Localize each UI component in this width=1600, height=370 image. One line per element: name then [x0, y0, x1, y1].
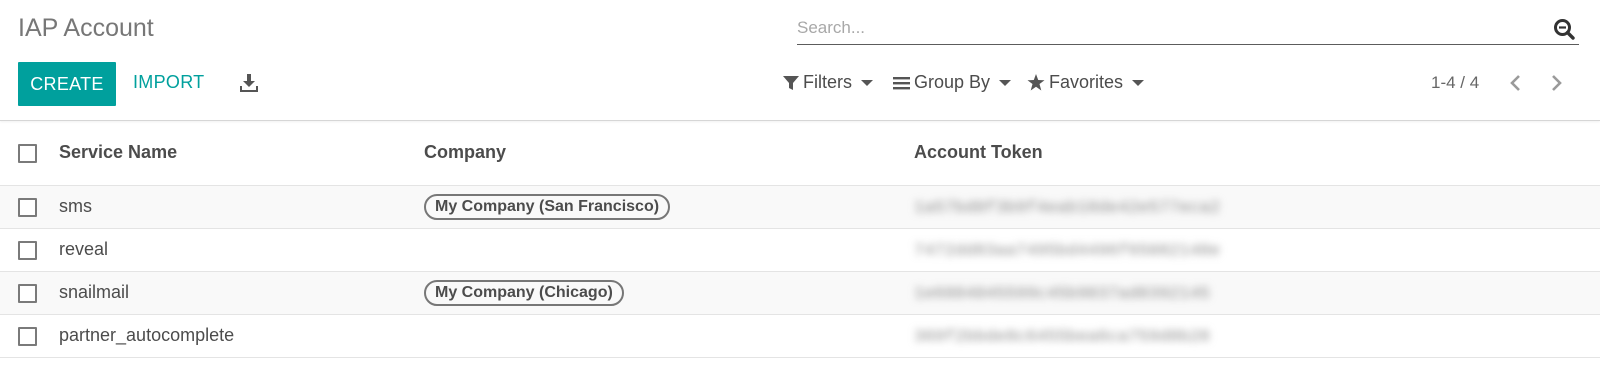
chevron-down-icon: [861, 79, 873, 86]
table-row[interactable]: partner_autocomplete 369f2bbde8c6455bea6…: [0, 314, 1600, 357]
list-icon: [893, 76, 910, 89]
pager-value[interactable]: 1-4 / 4: [1431, 73, 1479, 93]
favorites-label: Favorites: [1049, 72, 1124, 92]
row-checkbox[interactable]: [18, 240, 37, 260]
service-name-cell: reveal: [59, 239, 109, 259]
list-table: Service Name Company Account Token sms M…: [0, 121, 1600, 358]
filters-dropdown[interactable]: Filters: [783, 72, 873, 93]
company-tag: My Company (Chicago): [424, 279, 624, 306]
chevron-down-icon: [1132, 79, 1145, 86]
import-button[interactable]: IMPORT: [133, 72, 204, 93]
company-tag: My Company (San Francisco): [424, 193, 671, 220]
column-header-account-token[interactable]: Account Token: [914, 121, 1600, 185]
table-header-row: Service Name Company Account Token: [0, 121, 1600, 185]
create-button[interactable]: CREATE: [18, 62, 116, 106]
company-cell: [424, 228, 914, 271]
row-checkbox[interactable]: [18, 197, 37, 217]
service-name-cell: partner_autocomplete: [59, 325, 235, 345]
account-token-cell: 369f2bbde8c6455bea6ca759d8b28: [914, 327, 1210, 347]
service-name-cell: snailmail: [59, 282, 130, 302]
control-panel: IAP Account CREATE IMPORT Filters Group …: [0, 0, 1600, 121]
filters-label: Filters: [803, 72, 852, 92]
page-title: IAP Account: [18, 14, 154, 42]
group-by-dropdown[interactable]: Group By: [893, 72, 1012, 93]
favorites-dropdown[interactable]: Favorites: [1027, 72, 1145, 93]
column-header-service-name[interactable]: Service Name: [59, 121, 424, 185]
company-cell: [424, 314, 914, 357]
download-icon[interactable]: [239, 73, 259, 93]
row-checkbox[interactable]: [18, 283, 37, 303]
account-token-cell: 1a57bd0f3b9f4eab18de42e577eca2: [914, 198, 1221, 218]
star-icon: [1027, 74, 1045, 91]
table-row[interactable]: snailmail My Company (Chicago) 1e6884045…: [0, 271, 1600, 314]
account-token-cell: 1e6884045599c45b9037ad0392145: [914, 284, 1210, 304]
account-token-cell: 7472dd83aa7495bd4496f65082148e: [914, 241, 1221, 261]
search-input[interactable]: [797, 13, 1537, 43]
row-checkbox[interactable]: [18, 326, 37, 346]
chevron-down-icon: [999, 79, 1012, 86]
group-by-label: Group By: [914, 72, 991, 92]
chevron-right-icon[interactable]: [1546, 73, 1566, 93]
column-header-company[interactable]: Company: [424, 121, 914, 185]
table-row[interactable]: reveal 7472dd83aa7495bd4496f65082148e: [0, 228, 1600, 271]
filter-icon: [783, 75, 799, 90]
table-row[interactable]: sms My Company (San Francisco) 1a57bd0f3…: [0, 185, 1600, 228]
search-bar: [797, 13, 1579, 45]
search-icon[interactable]: [1553, 18, 1575, 40]
service-name-cell: sms: [59, 196, 92, 216]
select-all-checkbox[interactable]: [18, 144, 37, 163]
chevron-left-icon[interactable]: [1506, 73, 1526, 93]
